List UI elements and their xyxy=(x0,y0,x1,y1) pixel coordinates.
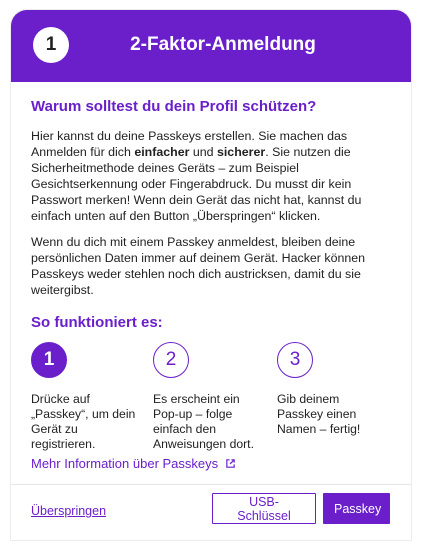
step-2-number: 2 xyxy=(153,342,189,378)
dialog-title: 2-Faktor-Anmeldung xyxy=(130,34,316,55)
step-2: 2 Es erscheint ein Pop-up – folge einfac… xyxy=(153,342,263,452)
more-info-link[interactable]: Mehr Information über Passkeys xyxy=(31,456,236,471)
step-3-text: Gib deinem Passkey einen Namen – fertig! xyxy=(277,392,361,436)
intro-text-part-2: und xyxy=(189,145,217,159)
step-1-text: Drücke auf „Passkey“, um dein Gerät zu r… xyxy=(31,392,136,451)
step-2-text: Es erscheint ein Pop-up – folge einfach … xyxy=(153,392,254,451)
dialog-header: 1 2-Faktor-Anmeldung xyxy=(11,10,411,82)
step-1: 1 Drücke auf „Passkey“, um dein Gerät zu… xyxy=(31,342,141,452)
usb-key-button[interactable]: USB-Schlüssel xyxy=(212,493,316,524)
intro-bold-easier: einfacher xyxy=(134,145,190,159)
skip-link[interactable]: Überspringen xyxy=(31,504,106,518)
how-heading: So funktioniert es: xyxy=(31,314,163,331)
step-3-number: 3 xyxy=(277,342,313,378)
more-info-label: Mehr Information über Passkeys xyxy=(31,456,219,471)
dialog-content: Warum solltest du dein Profil schützen? … xyxy=(31,98,393,456)
steps-list: 1 Drücke auf „Passkey“, um dein Gerät zu… xyxy=(31,342,393,456)
intro-paragraph-2: Wenn du dich mit einem Passkey anmeldest… xyxy=(31,235,366,297)
external-link-icon xyxy=(226,459,235,468)
intro-paragraph-1: Hier kannst du deine Passkeys erstellen.… xyxy=(31,128,393,224)
footer-divider xyxy=(11,484,411,485)
step-1-number: 1 xyxy=(31,342,67,378)
why-heading: Warum solltest du dein Profil schützen? xyxy=(31,98,317,115)
passkey-button[interactable]: Passkey xyxy=(323,493,390,524)
intro-bold-safer: sicherer xyxy=(216,145,266,159)
step-3: 3 Gib deinem Passkey einen Namen – ferti… xyxy=(277,342,387,437)
two-factor-dialog: 1 2-Faktor-Anmeldung Warum solltest du d… xyxy=(11,10,411,540)
